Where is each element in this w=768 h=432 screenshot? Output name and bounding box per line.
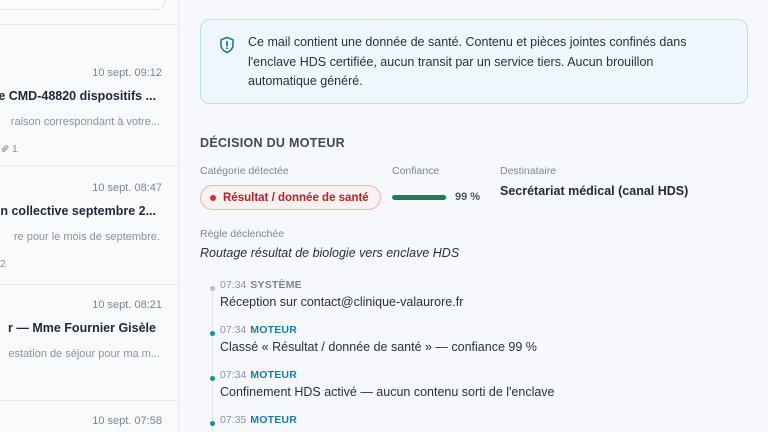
shield-icon [219,36,235,59]
event-time: 07:34 [220,369,247,381]
confidence-label: Confiance [392,165,440,177]
status-dot-icon [210,194,216,201]
mail-subject: e CMD-48820 dispositifs ... [0,89,156,103]
category-badge: Résultat / donnée de santé [200,185,381,210]
list-search-box[interactable] [0,0,165,10]
list-divider [0,24,178,25]
hds-notice-text: Ce mail contient une donnée de santé. Co… [248,35,687,88]
event-text: Classé « Résultat / donnée de santé » — … [220,340,537,354]
category-label: Catégorie détectée [200,165,289,177]
rule-label: Règle déclenchée [200,228,285,240]
rule-value: Routage résultat de biologie vers enclav… [200,246,460,260]
attachment-count-value: 1 [12,143,18,155]
event-actor: MOTEUR [250,369,297,381]
attachment-count-value: 2 [0,258,6,270]
timeline-dot-icon [210,286,215,291]
event-time: 07:35 [220,414,247,426]
confidence-bar-fill [392,195,447,200]
recipient-label: Destinataire [500,165,557,177]
event-actor: MOTEUR [250,414,297,426]
list-divider [0,165,178,166]
mail-date: 10 sept. 08:21 [92,299,162,311]
mail-date: 10 sept. 07:58 [92,415,162,427]
event-actor: MOTEUR [250,324,297,336]
event-actor: SYSTÈME [250,279,302,291]
attachment-count: 1 [0,143,18,155]
mail-date: 10 sept. 08:47 [92,182,162,194]
mail-preview: estation de séjour pour ma m... [8,348,160,360]
event-time: 07:34 [220,279,247,291]
hds-notice-banner: Ce mail contient une donnée de santé. Co… [200,19,748,104]
timeline-dot-icon [210,376,215,381]
confidence-bar [392,195,447,200]
event-time: 07:34 [220,324,247,336]
mail-detail-panel: Ce mail contient une donnée de santé. Co… [180,0,768,432]
attachment-count: 2 [0,258,6,270]
timeline-dot-icon [210,331,215,336]
confidence-value: 99 % [455,191,481,203]
mail-subject: on collective septembre 2... [0,204,156,218]
section-title: DÉCISION DU MOTEUR [200,136,345,150]
mail-subject: r — Mme Fournier Gisèle [8,321,156,335]
list-divider [0,400,178,401]
timeline-line [212,288,213,432]
mail-list: 10 sept. 09:12 e CMD-48820 dispositifs .… [0,0,179,432]
mail-preview: raison correspondant à votre... [10,116,160,128]
mail-preview: re pour le mois de septembre. [13,231,160,243]
recipient-value: Secrétariat médical (canal HDS) [500,184,689,198]
event-text: Réception sur contact@clinique-valaurore… [220,295,464,309]
paperclip-icon [1,145,9,153]
event-text: Confinement HDS activé — aucun contenu s… [220,385,555,399]
timeline-dot-icon [210,421,215,426]
mail-date: 10 sept. 09:12 [92,67,162,79]
list-divider [0,284,178,285]
category-value: Résultat / donnée de santé [223,191,369,204]
